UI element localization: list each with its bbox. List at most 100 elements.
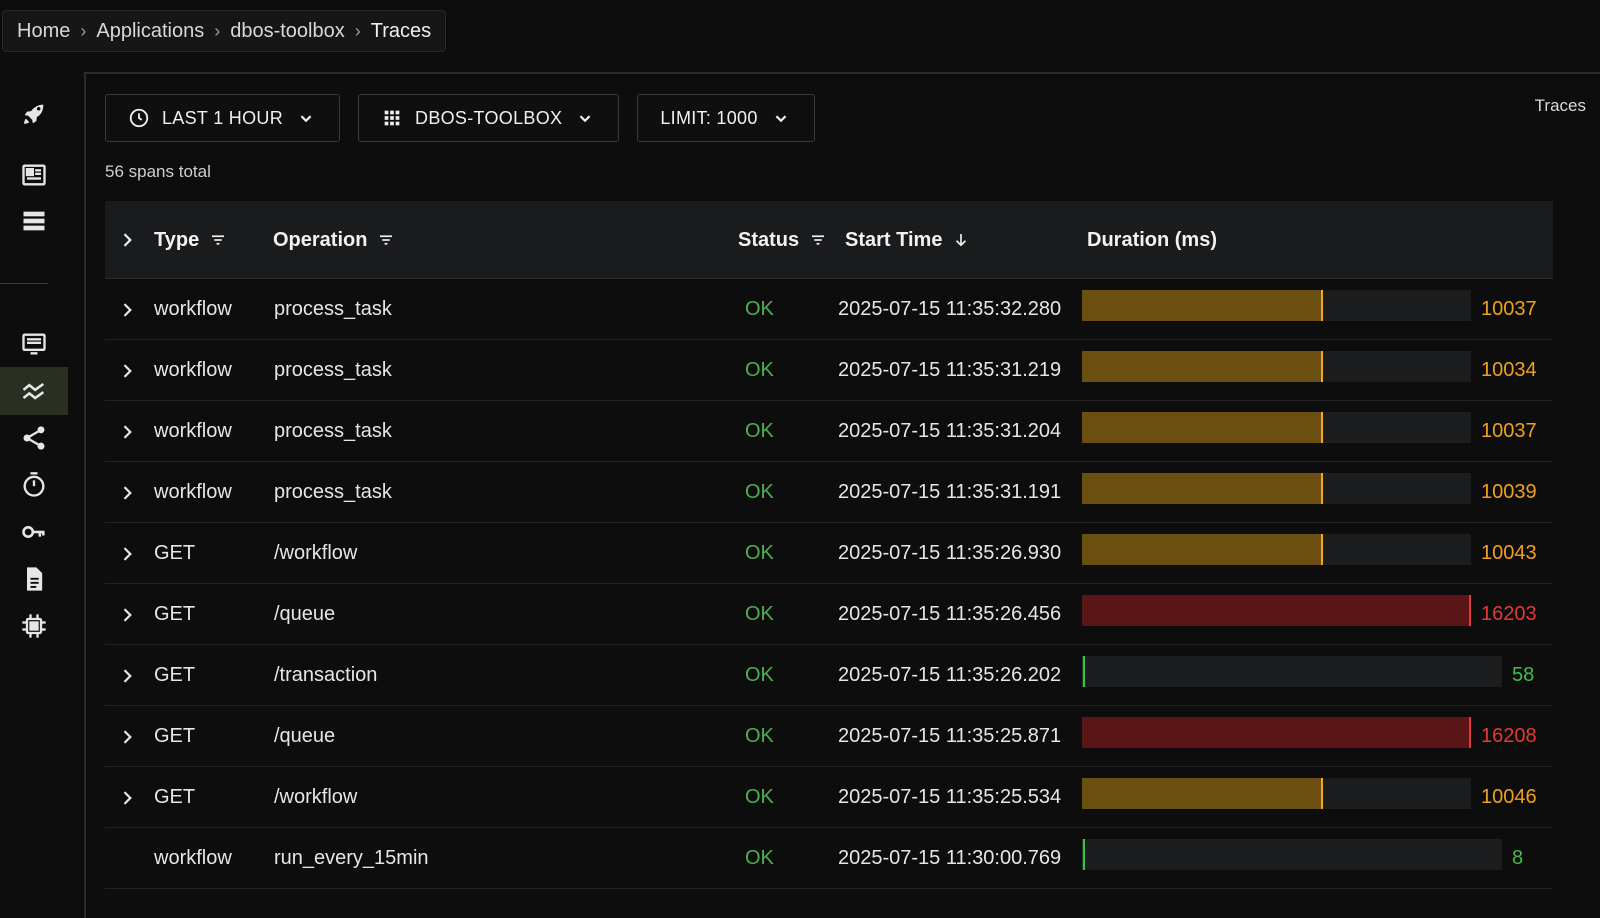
cell-duration: 16203 — [1481, 603, 1537, 625]
sidebar-item-keys[interactable] — [0, 508, 68, 556]
table-row[interactable]: workflow process_task OK 2025-07-15 11:35:3… — [105, 462, 1553, 523]
duration-bar-fill — [1082, 839, 1085, 870]
app-label: DBOS-TOOLBOX — [415, 107, 563, 128]
breadcrumb: Home › Applications › dbos-toolbox › Tra… — [2, 10, 447, 52]
table-row[interactable]: GET/transaction OK 2025-07-15 11:35:26.202… — [105, 645, 1553, 706]
chevron-right-icon — [123, 729, 132, 744]
cell-status: OK — [745, 664, 774, 686]
table-row[interactable]: workflow process_task OK 2025-07-15 11:35:3… — [105, 279, 1553, 340]
cell-operation: process_task — [274, 298, 392, 320]
cell-status: OK — [745, 298, 774, 320]
breadcrumb-applications[interactable]: Applications — [96, 20, 204, 43]
cell-duration: 16208 — [1481, 725, 1537, 747]
chevron-down-icon — [300, 115, 312, 123]
cell-operation: process_task — [274, 420, 392, 442]
dashboard-icon — [22, 164, 46, 186]
duration-bar — [1082, 656, 1502, 687]
table-row[interactable]: GET/workflow OK 2025-07-15 11:35:25.534 10… — [105, 767, 1553, 828]
duration-bar-fill — [1082, 412, 1323, 443]
arrow-down-icon[interactable] — [952, 231, 970, 249]
clock-icon — [129, 108, 149, 128]
header-operation[interactable]: Operation — [273, 201, 395, 279]
sidebar-item-dashboard[interactable] — [0, 151, 68, 199]
duration-bar-fill — [1082, 778, 1323, 809]
duration-bar — [1082, 473, 1471, 504]
cell-type: GET — [154, 786, 196, 808]
timer-icon — [23, 472, 45, 497]
time-range-label: LAST 1 HOUR — [162, 107, 284, 128]
duration-bar — [1082, 412, 1471, 443]
filter-icon[interactable] — [809, 231, 827, 249]
table-body: workflow process_task OK 2025-07-15 11:35:3… — [105, 279, 1553, 889]
chevron-right-icon — [123, 790, 132, 805]
header-type-label: Type — [154, 228, 200, 251]
filter-icon[interactable] — [377, 231, 395, 249]
top-bar: Home › Applications › dbos-toolbox › Tra… — [0, 0, 1600, 72]
duration-bar — [1082, 778, 1471, 809]
table-row[interactable]: workflow run_every_15min OK 2025-07-15 11:3… — [105, 828, 1553, 889]
cell-start-time: 2025-07-15 11:35:32.280 — [838, 298, 1062, 320]
row-expand-toggle[interactable] — [117, 462, 137, 523]
document-icon — [27, 567, 43, 591]
table-row[interactable]: GET/queue OK 2025-07-15 11:35:25.871 16208 — [105, 706, 1553, 767]
chevron-down-icon — [775, 115, 787, 123]
cell-type: workflow — [154, 481, 232, 503]
row-expand-toggle[interactable] — [117, 767, 137, 828]
row-expand-toggle[interactable] — [117, 523, 137, 584]
row-expand-toggle[interactable] — [117, 706, 137, 767]
row-expand-toggle[interactable] — [117, 645, 137, 706]
cell-status: OK — [745, 603, 774, 625]
header-status[interactable]: Status — [738, 201, 827, 279]
sidebar-item-traces[interactable] — [0, 367, 68, 415]
sidebar-item-resources[interactable] — [0, 602, 68, 650]
chevron-right-icon — [123, 233, 132, 247]
breadcrumb-home[interactable]: Home — [17, 20, 70, 43]
header-start-time[interactable]: Start Time — [845, 201, 970, 279]
duration-bar-fill — [1082, 656, 1085, 687]
sidebar-item-timer[interactable] — [0, 461, 68, 509]
limit-dropdown[interactable]: LIMIT: 1000 — [637, 94, 815, 142]
breadcrumb-app[interactable]: dbos-toolbox — [230, 20, 345, 43]
chevron-right-icon — [123, 607, 132, 622]
cell-type: workflow — [154, 359, 232, 381]
cell-type: workflow — [154, 847, 232, 869]
cell-duration: 10043 — [1481, 542, 1537, 564]
cell-type: GET — [154, 542, 196, 564]
duration-bar — [1082, 351, 1471, 382]
sidebar-item-deploy[interactable] — [0, 90, 68, 138]
table-row[interactable]: GET/queue OK 2025-07-15 11:35:26.456 16203 — [105, 584, 1553, 645]
chevron-right-icon — [123, 668, 132, 683]
sidebar-item-list[interactable] — [0, 197, 68, 245]
cell-start-time: 2025-07-15 11:35:26.202 — [838, 664, 1062, 686]
traces-table: Type Operation Status Start Time Duratio… — [105, 201, 1553, 889]
row-expand-toggle[interactable] — [117, 584, 137, 645]
duration-bar-fill — [1082, 717, 1471, 748]
cell-type: GET — [154, 725, 196, 747]
table-row[interactable]: GET/workflow OK 2025-07-15 11:35:26.930 10… — [105, 523, 1553, 584]
table-row[interactable]: workflow process_task OK 2025-07-15 11:35:3… — [105, 340, 1553, 401]
cell-start-time: 2025-07-15 11:35:26.456 — [838, 603, 1062, 625]
cell-start-time: 2025-07-15 11:35:25.871 — [838, 725, 1062, 747]
cell-operation: /workflow — [274, 786, 358, 808]
row-expand-toggle[interactable] — [117, 279, 137, 340]
sidebar-item-monitor[interactable] — [0, 320, 68, 368]
sidebar-item-docs[interactable] — [0, 555, 68, 603]
table-row[interactable]: workflow process_task OK 2025-07-15 11:35:3… — [105, 401, 1553, 462]
row-expand-toggle[interactable] — [117, 401, 137, 462]
header-duration-label: Duration (ms) — [1087, 228, 1217, 251]
filter-icon[interactable] — [209, 231, 227, 249]
row-expand-toggle[interactable] — [117, 340, 137, 401]
expand-all-toggle[interactable] — [117, 201, 137, 279]
cell-type: workflow — [154, 420, 232, 442]
time-range-dropdown[interactable]: LAST 1 HOUR — [105, 94, 341, 142]
header-type[interactable]: Type — [154, 201, 227, 279]
header-duration[interactable]: Duration (ms) — [1087, 201, 1217, 279]
chevron-right-icon — [123, 424, 132, 439]
duration-bar-fill — [1082, 290, 1323, 321]
app-dropdown[interactable]: DBOS-TOOLBOX — [358, 94, 620, 142]
sidebar-item-share[interactable] — [0, 414, 68, 462]
filter-bar: LAST 1 HOUR DBOS-TOOLBOX LIMIT: 1000 — [105, 94, 815, 142]
header-operation-label: Operation — [273, 228, 368, 251]
duration-bar — [1082, 534, 1471, 565]
cell-operation: process_task — [274, 481, 392, 503]
